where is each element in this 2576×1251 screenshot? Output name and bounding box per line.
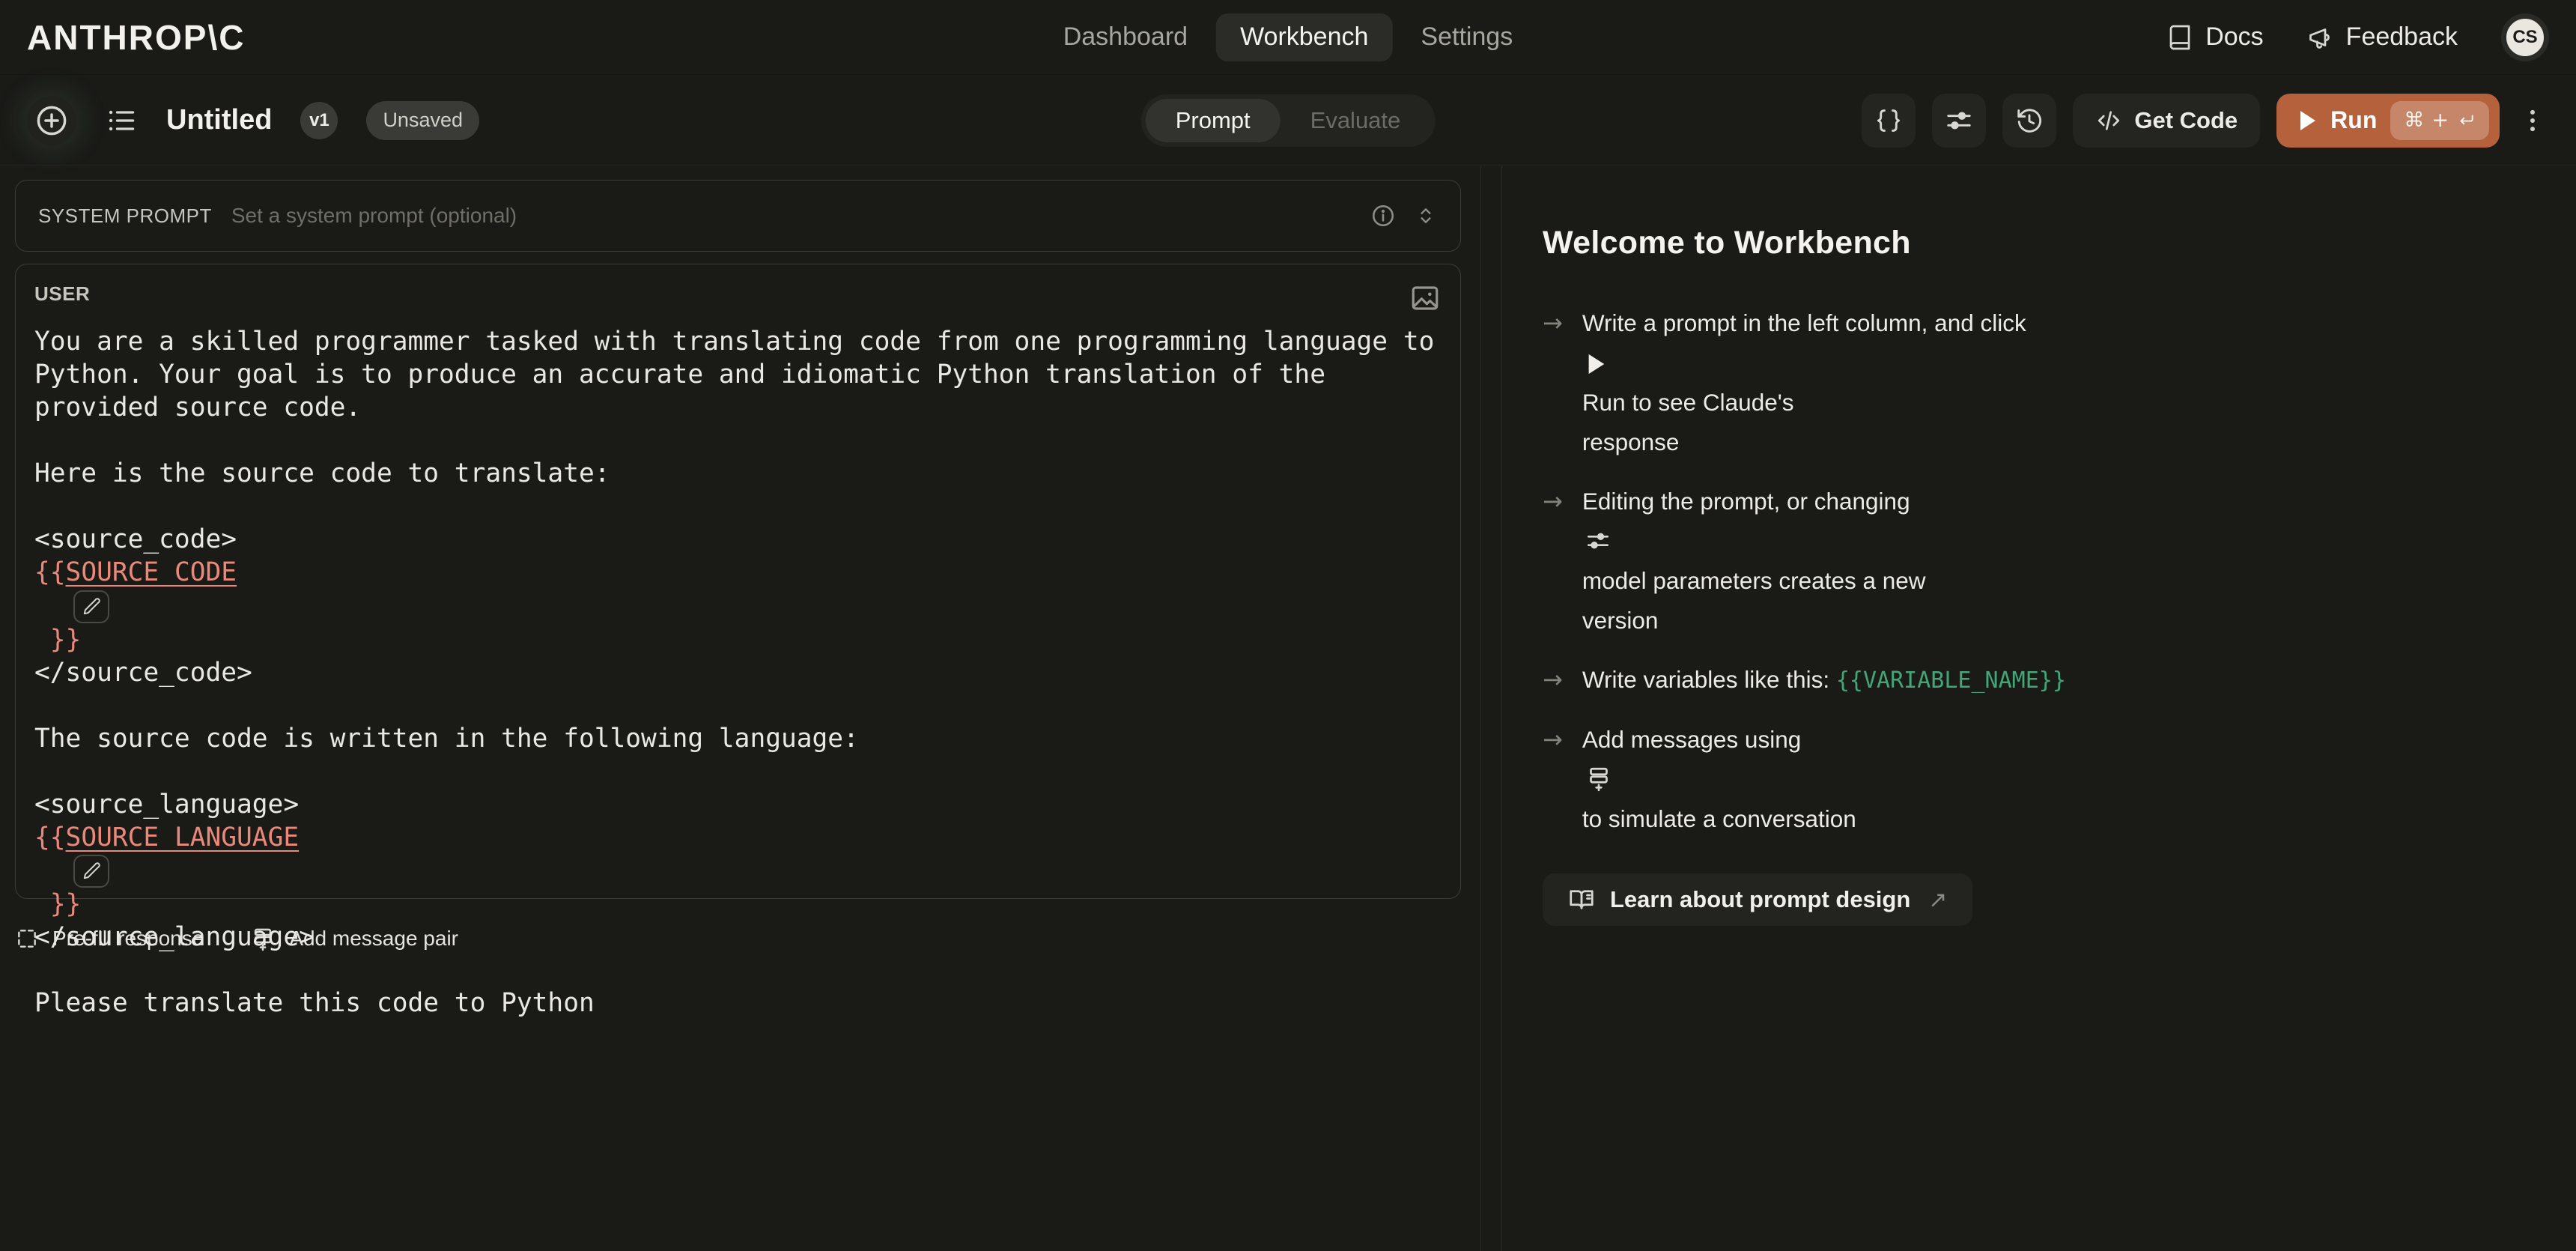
prompt-title[interactable]: Untitled [166,104,272,136]
cmd-key-icon: ⌘ [2404,109,2424,132]
workbench-app: ANTHROP\C Dashboard Workbench Settings D… [0,0,2576,1251]
arrow-icon: → [1543,482,1563,640]
plus-circle-icon [34,103,69,138]
get-code-button[interactable]: Get Code [2073,94,2260,148]
sliders-icon [1945,106,1973,135]
main-nav: Dashboard Workbench Settings [1039,13,1537,61]
nav-item-dashboard[interactable]: Dashboard [1039,13,1212,61]
nav-item-settings[interactable]: Settings [1397,13,1537,61]
version-history-button[interactable] [2002,94,2056,148]
system-prompt-input[interactable]: SYSTEM PROMPT Set a system prompt (optio… [15,180,1461,252]
pencil-icon [82,597,101,617]
welcome-bullet-run: → Write a prompt in the left column, and… [1543,303,2531,462]
tab-evaluate[interactable]: Evaluate [1281,99,1431,142]
nav-item-workbench[interactable]: Workbench [1216,13,1392,61]
play-icon [1585,353,1606,375]
prompt-list-button[interactable] [105,104,138,137]
run-label: Run [2330,106,2377,134]
kebab-menu-icon [2518,106,2547,135]
new-prompt-button[interactable] [27,96,76,145]
book-icon [2166,24,2193,51]
welcome-bullet-versions: → Editing the prompt, or changing model … [1543,482,2531,640]
toolbar-left: Untitled v1 Unsaved [27,96,479,145]
welcome-bullets: → Write a prompt in the left column, and… [1543,303,2531,839]
arrow-icon: → [1543,720,1563,839]
model-parameters-button[interactable] [1932,94,1986,148]
docs-link[interactable]: Docs [2166,22,2263,52]
mode-tabs: Prompt Evaluate [1141,94,1436,147]
content-area: SYSTEM PROMPT Set a system prompt (optio… [0,166,2576,1251]
run-button[interactable]: Run ⌘ + [2276,94,2500,148]
feedback-link[interactable]: Feedback [2307,22,2458,52]
more-options-button[interactable] [2516,94,2549,148]
user-message-panel: USER You are a skilled programmer tasked… [15,264,1461,899]
response-column: Welcome to Workbench → Write a prompt in… [1502,166,2576,1251]
edit-variable-button[interactable] [73,590,109,623]
welcome-bullet-messages: → Add messages using to simulate a conve… [1543,720,2531,839]
edit-variable-button[interactable] [73,855,109,888]
return-key-icon [2456,111,2476,130]
top-nav: ANTHROP\C Dashboard Workbench Settings D… [0,0,2576,75]
system-prompt-label: SYSTEM PROMPT [38,205,212,228]
curly-braces-icon [1874,106,1903,135]
welcome-title: Welcome to Workbench [1543,225,2531,261]
feedback-label: Feedback [2346,22,2458,52]
version-badge[interactable]: v1 [300,102,338,139]
user-message-text[interactable]: You are a skilled programmer tasked with… [34,325,1442,1020]
pencil-icon [82,861,101,881]
add-image-button[interactable] [1409,282,1441,314]
docs-label: Docs [2205,22,2263,52]
run-shortcut: ⌘ + [2390,101,2489,140]
prompt-column: SYSTEM PROMPT Set a system prompt (optio… [0,166,1480,1251]
megaphone-icon [2307,24,2334,51]
image-icon [1409,282,1441,314]
expand-collapse-icon[interactable] [1414,204,1438,228]
tab-prompt[interactable]: Prompt [1146,99,1281,142]
welcome-bullet-variables: → Write variables like this: {{VARIABLE_… [1543,660,2531,700]
list-icon [105,104,138,137]
prompt-toolbar: Untitled v1 Unsaved Prompt Evaluate Get … [0,75,2576,166]
unsaved-status-badge: Unsaved [366,101,479,140]
plus-sign: + [2431,109,2449,132]
code-icon [2095,107,2122,134]
variables-button[interactable] [1862,94,1916,148]
arrow-icon: → [1543,303,1563,462]
info-icon[interactable] [1370,203,1396,228]
sliders-icon [1585,528,1611,554]
nav-right: Docs Feedback CS [2166,13,2549,61]
system-prompt-controls [1370,203,1438,228]
system-prompt-placeholder: Set a system prompt (optional) [231,204,1351,228]
user-role-label: USER [34,282,1442,306]
column-resize-handle[interactable] [1480,166,1502,1251]
anthropic-logo[interactable]: ANTHROP\C [27,17,245,58]
add-message-pair-icon [1585,765,1612,792]
open-book-icon [1568,886,1595,913]
history-icon [2015,106,2044,135]
learn-prompt-design-button[interactable]: Learn about prompt design ↗ [1543,873,1972,926]
toolbar-right: Get Code Run ⌘ + [1862,94,2549,148]
play-icon [2299,110,2317,131]
external-link-icon: ↗ [1928,887,1947,913]
user-avatar[interactable]: CS [2501,13,2549,61]
arrow-icon: → [1543,660,1563,700]
learn-button-label: Learn about prompt design [1610,886,1910,913]
get-code-label: Get Code [2134,107,2238,134]
